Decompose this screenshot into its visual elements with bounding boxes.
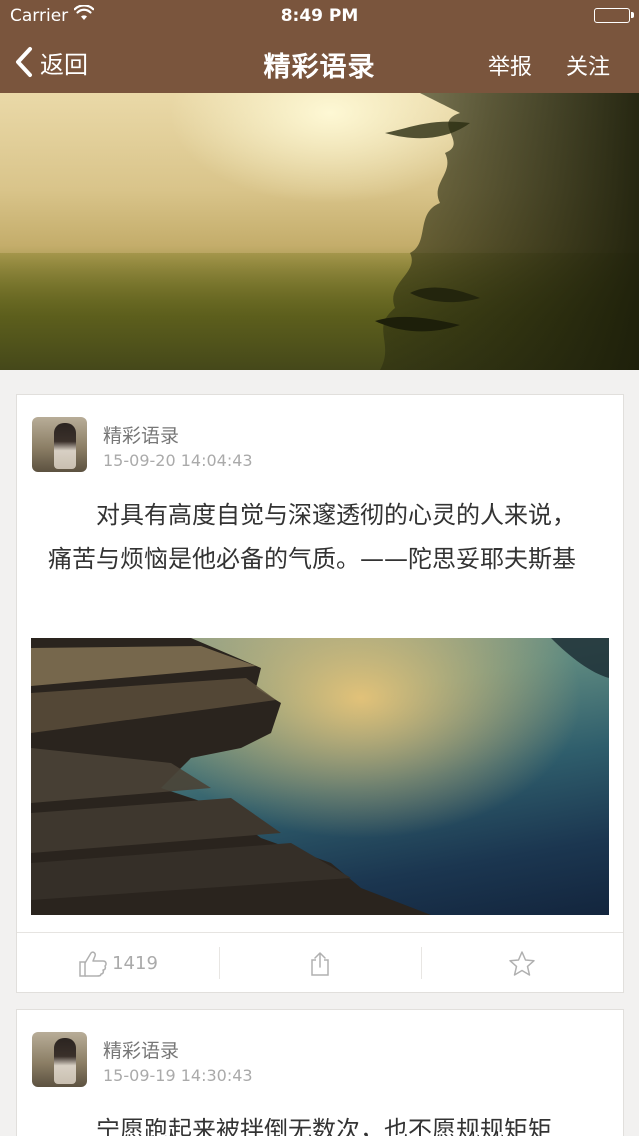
- avatar[interactable]: [32, 1032, 87, 1087]
- post-author[interactable]: 精彩语录: [103, 421, 179, 448]
- post-card[interactable]: 精彩语录 15-09-20 14:04:43 对具有高度自觉与深邃透彻的心灵的人…: [16, 394, 624, 993]
- page-title: 精彩语录: [263, 52, 376, 83]
- post-timestamp: 15-09-19 14:30:43: [103, 1066, 253, 1085]
- share-icon: [311, 951, 329, 976]
- avatar[interactable]: [32, 417, 87, 472]
- like-count: 1419: [112, 953, 158, 974]
- star-icon: [509, 951, 535, 976]
- post-image[interactable]: [31, 638, 609, 915]
- post-timestamp: 15-09-20 14:04:43: [103, 451, 253, 470]
- status-bar: Carrier 8:49 PM: [0, 0, 639, 32]
- like-button[interactable]: 1419: [17, 933, 219, 994]
- battery-icon: [594, 8, 634, 23]
- status-time: 8:49 PM: [280, 6, 359, 26]
- report-button[interactable]: 举报: [488, 49, 532, 81]
- share-button[interactable]: [219, 933, 421, 994]
- post-author[interactable]: 精彩语录: [103, 1036, 179, 1063]
- hero-image: [0, 93, 639, 370]
- post-text: 宁愿跑起来被拌倒无数次，也不愿规规矩矩: [96, 1116, 552, 1136]
- post-actions: 1419: [17, 932, 623, 993]
- favorite-button[interactable]: [421, 933, 623, 994]
- nav-bar: 返回 精彩语录 举报 关注: [0, 32, 639, 93]
- post-card[interactable]: 精彩语录 15-09-19 14:30:43 宁愿跑起来被拌倒无数次，也不愿规规…: [16, 1009, 624, 1136]
- header: Carrier 8:49 PM 返回 精彩语录 举报 关注: [0, 0, 639, 93]
- post-text: 对具有高度自觉与深邃透彻的心灵的人来说，痛苦与烦恼是他必备的气质。——陀思妥耶夫…: [48, 501, 576, 573]
- follow-button[interactable]: 关注: [566, 49, 610, 81]
- thumbs-up-icon: [79, 950, 107, 977]
